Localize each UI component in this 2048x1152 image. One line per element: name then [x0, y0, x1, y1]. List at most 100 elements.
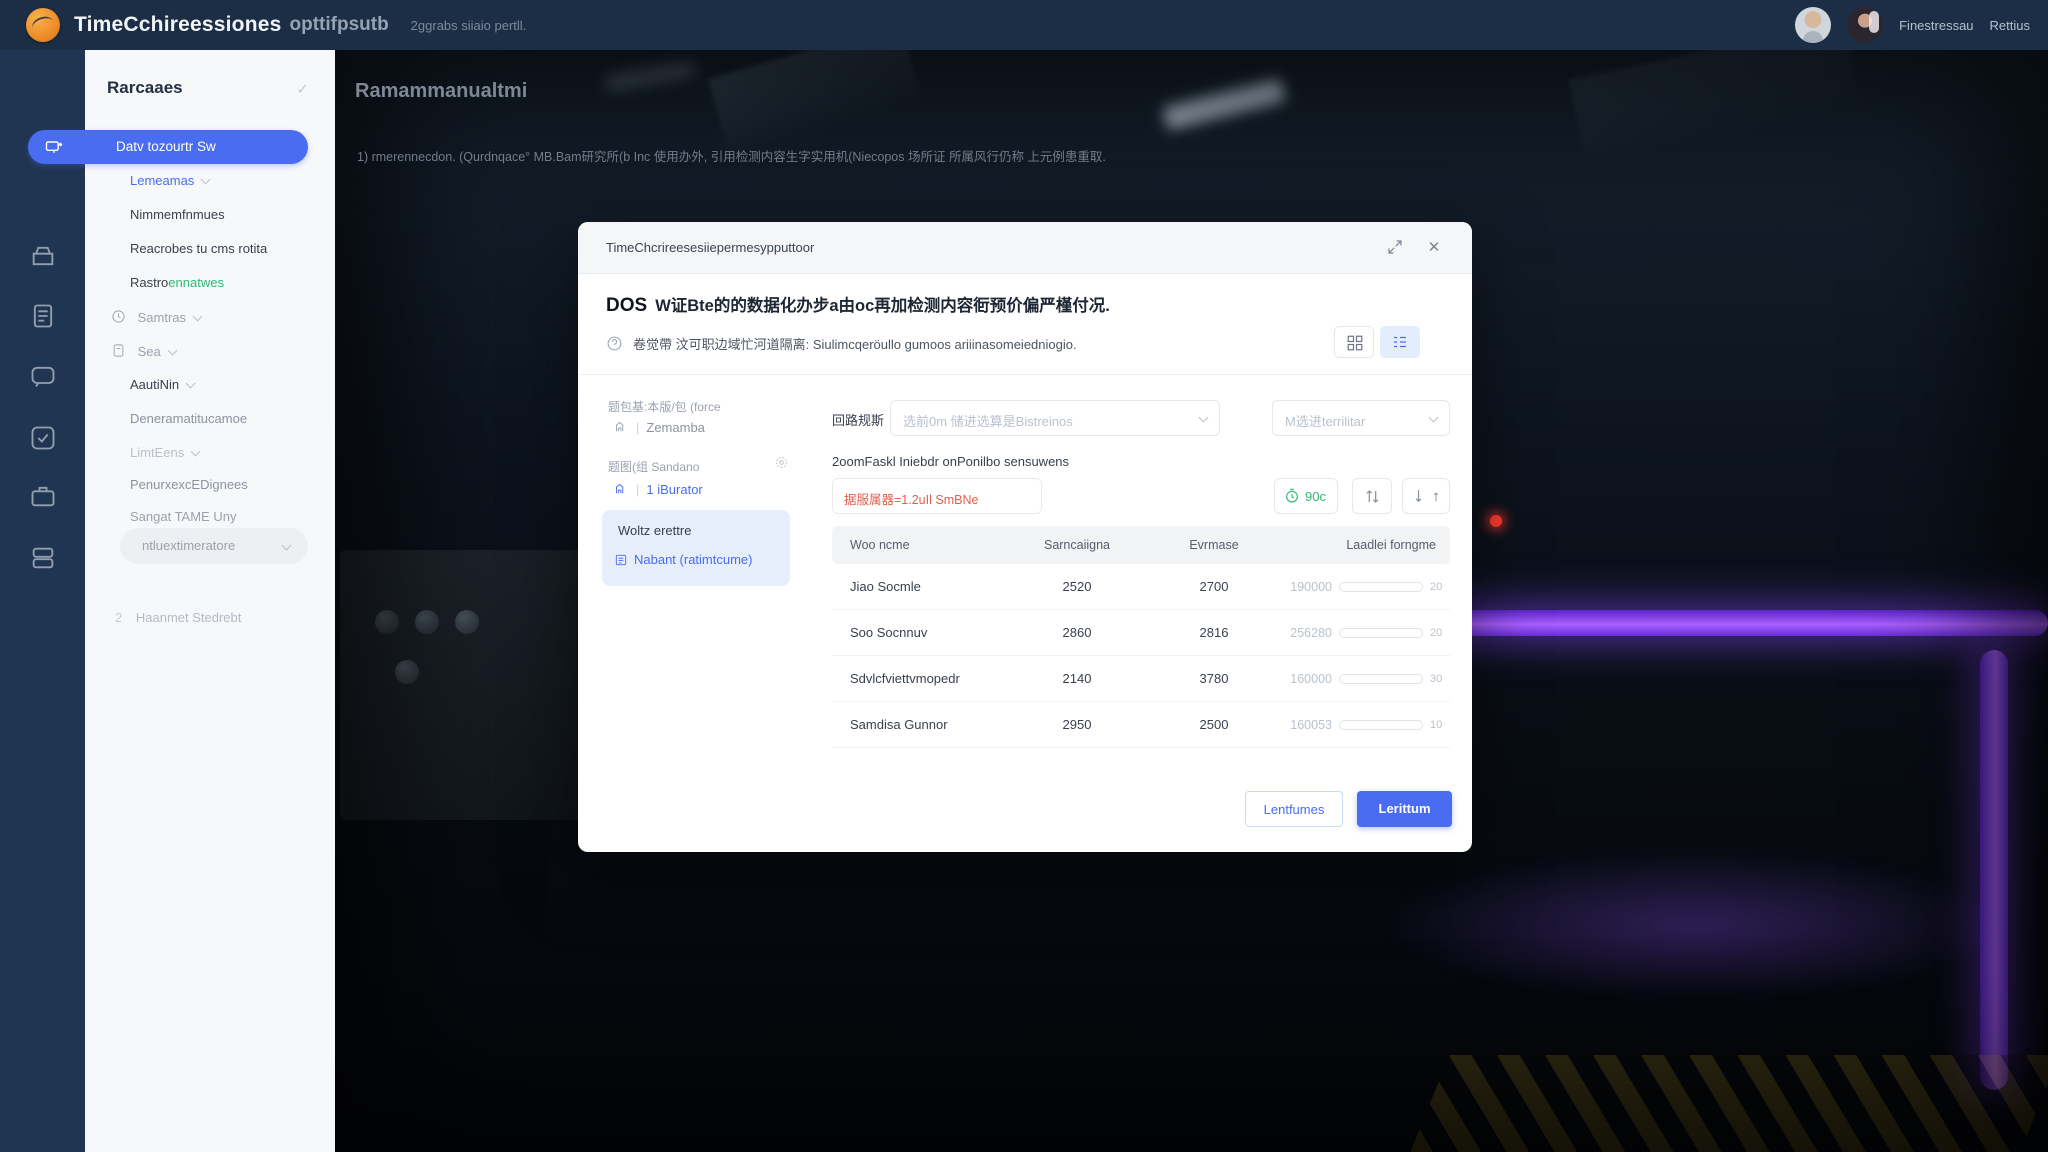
server-icon[interactable]: [29, 544, 57, 572]
secondary-select[interactable]: M选进terrilitar: [1272, 400, 1450, 436]
column-header: Sarncaiigna: [1008, 538, 1146, 552]
chevron-down-icon: [186, 379, 196, 389]
topbar-link-1[interactable]: Finestressau: [1899, 18, 1973, 33]
sidebar-item[interactable]: PenurxexcEDignees: [130, 477, 248, 492]
table-row[interactable]: Jiao Socmle 2520 2700 190000 20: [832, 564, 1450, 610]
check-icon: ✓: [296, 80, 309, 98]
column-header: Woo ncme: [832, 538, 1008, 552]
file-icon: [111, 343, 126, 358]
sidebar-item[interactable]: LimtEens: [130, 445, 199, 460]
chevron-down-icon: [1199, 413, 1209, 423]
table-row[interactable]: Samdisa Gunnor 2950 2500 160053 10: [832, 702, 1450, 748]
sidebar-item-bottom[interactable]: 2 Haanmet Stedrebt: [115, 610, 241, 625]
section-subtitle: 2oomFaskl Iniebdr onPonilbo sensuwens: [832, 454, 1069, 469]
app-logo-icon: [26, 8, 60, 42]
close-icon[interactable]: ✕: [1424, 238, 1444, 258]
chevron-down-icon: [282, 541, 292, 551]
selected-source-card[interactable]: Woltz erettre Nabant (ratimtcume): [602, 510, 790, 586]
sidebar-item[interactable]: Rastroennatwes: [130, 275, 224, 290]
clock-icon: [111, 309, 126, 324]
dialog-title: DOSW证Bte的的数据化办步a由oc再加检测内容衐预价偏严槿付况.: [606, 292, 1110, 317]
confirm-button[interactable]: Lerittum: [1357, 791, 1452, 827]
sort-button[interactable]: [1402, 478, 1450, 514]
badge-icon: 2: [115, 610, 122, 625]
filter-input-value: 据服属器=1.2uIl SmBNe: [844, 489, 978, 508]
column-header: Laadlei forngme: [1282, 538, 1450, 552]
dialog-window-title: TimeChcrireesesiiepermesypputtoor: [606, 240, 814, 255]
brand-title: TimeCchireessiones: [74, 13, 281, 37]
sidebar-item[interactable]: Sangat TAME Uny: [130, 509, 236, 524]
progress-bar: [1339, 582, 1423, 592]
select-label: 回路规斯: [832, 410, 884, 429]
brand-title-secondary: opttifpsutb: [289, 14, 388, 36]
timer-icon: [1284, 488, 1300, 504]
dialog-header: TimeChcrireesesiiepermesypputtoor ✕: [578, 222, 1472, 274]
data-table: Woo ncme Sarncaiigna Evrmase Laadlei for…: [832, 526, 1450, 748]
swap-columns-button[interactable]: [1352, 478, 1392, 514]
page-description: 1) rmerennecdon. (Qurdnqace° MB.Bam研究所(b…: [357, 146, 1437, 165]
primary-select[interactable]: 选前0m 储进选算是Bistreinos: [890, 400, 1220, 436]
sidebar-item[interactable]: Nimmemfnmues: [130, 207, 225, 222]
gear-icon[interactable]: [774, 455, 789, 470]
divider: [578, 374, 1472, 375]
grid-view-toggle[interactable]: [1334, 326, 1374, 358]
sidebar-collapsed-select[interactable]: ntluextimeratore: [120, 528, 308, 564]
page-title: Ramammanualtmi: [355, 80, 527, 103]
list-view-toggle[interactable]: [1380, 326, 1420, 358]
app-window: fMrahacrools austent Ramammanualtmi 1) r…: [0, 0, 2048, 1152]
chevron-down-icon: [193, 312, 203, 322]
filter-input[interactable]: 据服属器=1.2uIl SmBNe: [832, 478, 1042, 514]
progress-bar: [1339, 628, 1423, 638]
sidebar-item[interactable]: Deneramatitucamoe: [130, 411, 247, 426]
card-link[interactable]: Nabant (ratimtcume): [614, 552, 752, 567]
user-avatar[interactable]: [1795, 7, 1831, 43]
refresh-timer-button[interactable]: 90c: [1274, 478, 1338, 514]
progress-bar: [1339, 720, 1423, 730]
table-row[interactable]: Soo Socnnuv 2860 2816 256280 20: [832, 610, 1450, 656]
briefcase-icon[interactable]: [29, 482, 57, 510]
user-avatar[interactable]: [1847, 7, 1883, 43]
document-icon[interactable]: [29, 302, 57, 330]
sidebar-item[interactable]: Samtras: [111, 309, 201, 325]
icon-rail: [0, 50, 85, 1152]
expand-icon[interactable]: [1386, 238, 1406, 258]
shield-info-icon: [606, 335, 623, 352]
topbar-link-2[interactable]: Rettius: [1990, 18, 2030, 33]
table-header-row: Woo ncme Sarncaiigna Evrmase Laadlei for…: [832, 526, 1450, 564]
brand: TimeCchireessiones opttifpsutb 2ggrabs s…: [74, 0, 526, 50]
chevron-down-icon: [1429, 413, 1439, 423]
form-icon: [614, 553, 628, 567]
grid-icon: [1346, 334, 1364, 352]
brand-tagline: 2ggrabs siiaio pertll.: [411, 18, 527, 33]
storage-box-icon[interactable]: [29, 242, 57, 270]
dialog: TimeChcrireesesiiepermesypputtoor ✕ DOSW…: [578, 222, 1472, 852]
sidebar-item[interactable]: AautiNin: [130, 377, 194, 392]
chevron-down-icon: [167, 346, 177, 356]
card-title: Woltz erettre: [618, 523, 691, 538]
cancel-button[interactable]: Lentfumes: [1245, 791, 1343, 827]
column-header: Evrmase: [1146, 538, 1282, 552]
swap-vertical-icon: [1363, 487, 1382, 506]
check-square-icon[interactable]: [29, 424, 57, 452]
database-icon: [614, 482, 629, 497]
sidebar-title: Rarcaaes: [107, 78, 183, 98]
group-label: 题包基:本版/包 (force: [608, 398, 721, 415]
source-item[interactable]: | Zemamba: [614, 420, 705, 435]
group-label: 题图(组 Sandano: [608, 458, 699, 475]
table-row[interactable]: Sdvlcfviettvmopedr 2140 3780 160000 30: [832, 656, 1450, 702]
sidebar: Rarcaaes ✓ Lemeamas Nimmemfnmues Reacrob…: [85, 50, 335, 1152]
chevron-down-icon: [201, 175, 211, 185]
chat-icon[interactable]: [29, 362, 57, 390]
dialog-notice: 卷觉帶 汶可职边域忙河道隔离: Siulimcqeröullo gumoos a…: [606, 334, 1077, 353]
data-transfer-icon: [44, 137, 64, 157]
topbar-right-cluster: Finestressau Rettius: [1795, 0, 2030, 50]
progress-bar: [1339, 674, 1423, 684]
chevron-down-icon: [191, 447, 201, 457]
sidebar-item[interactable]: Sea: [111, 343, 176, 359]
list-tree-icon: [1391, 333, 1409, 351]
sidebar-item[interactable]: Reacrobes tu cms rotita: [130, 241, 267, 256]
top-navigation-bar: TimeCchireessiones opttifpsutb 2ggrabs s…: [0, 0, 2048, 50]
source-item-selected[interactable]: | 1 iBurator: [614, 482, 703, 497]
sidebar-item[interactable]: Lemeamas: [130, 173, 209, 188]
sidebar-item-active[interactable]: Datv tozourtr Sw: [28, 130, 308, 164]
